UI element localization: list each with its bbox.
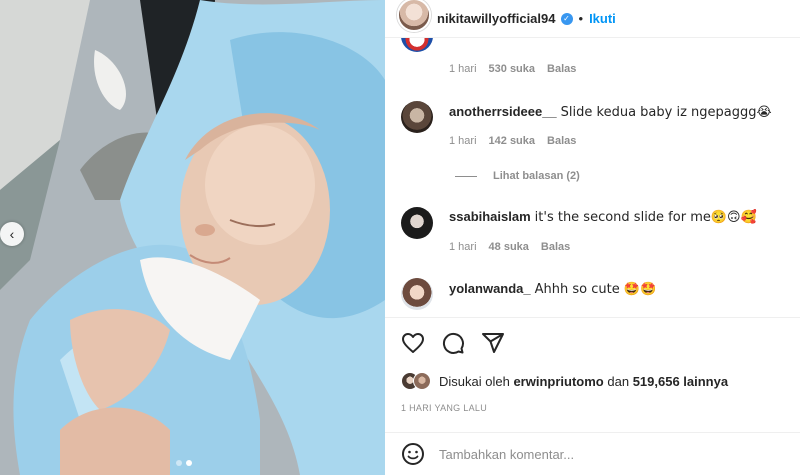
header-separator: •	[578, 11, 584, 26]
reply-button[interactable]: Balas	[547, 63, 576, 75]
comment-likes[interactable]: 142 suka	[489, 135, 535, 147]
heart-icon[interactable]	[401, 331, 425, 355]
commenter-avatar[interactable]	[401, 278, 433, 310]
likes-prefix: Disukai oleh	[439, 373, 510, 389]
likes-text: Disukai oleh erwinpriutomo dan 519,656 l…	[439, 374, 728, 389]
liker-avatar	[413, 372, 431, 390]
post-date: 1 HARI YANG LALU	[401, 403, 487, 413]
share-icon[interactable]	[481, 331, 505, 355]
reply-button[interactable]: Balas	[547, 135, 576, 147]
comment-username[interactable]: anotherrsideee__	[449, 104, 557, 119]
comment-time: 1 hari	[449, 135, 477, 147]
commenter-avatar[interactable]	[401, 101, 433, 133]
carousel-dot-active	[186, 460, 192, 466]
view-replies-label: Lihat balasan (2)	[493, 170, 580, 182]
comment-meta: 1 hari 142 suka Balas	[449, 135, 576, 147]
likes-middle: dan	[607, 373, 630, 389]
replies-divider-line	[455, 175, 477, 177]
comment-text: it's the second slide for me🥺🙃🥰	[534, 210, 757, 225]
comments-list: 1 hari 530 suka Balas anotherrsideee__ Sl…	[385, 38, 800, 316]
comment-meta: 1 hari 48 suka Balas	[449, 241, 570, 253]
avatar[interactable]	[397, 0, 431, 32]
carousel-indicator	[176, 460, 192, 466]
comment-text: Slide kedua baby iz ngepaggg😭	[560, 105, 772, 120]
comment-username[interactable]: ssabihaislam	[449, 209, 531, 224]
commenter-avatar[interactable]	[401, 38, 433, 52]
post-author-username[interactable]: nikitawillyofficial94	[437, 11, 556, 26]
carousel-dot	[176, 460, 182, 466]
add-comment-bar	[385, 432, 800, 475]
post-side-panel: nikitawillyofficial94 ✓ • Ikuti 1 hari 5…	[385, 0, 800, 475]
verified-badge-icon: ✓	[560, 12, 573, 25]
view-replies-button[interactable]: Lihat balasan (2)	[455, 170, 580, 182]
comment-username[interactable]: yolanwanda_	[449, 281, 531, 296]
post-action-bar	[385, 317, 800, 367]
comment-time: 1 hari	[449, 63, 477, 75]
comment-input[interactable]	[439, 446, 759, 462]
post-photo[interactable]: ‹	[0, 0, 385, 475]
comment-icon[interactable]	[441, 331, 465, 355]
comment-text: Ahhh so cute 🤩🤩	[534, 282, 657, 297]
likes-user[interactable]: erwinpriutomo	[513, 374, 603, 389]
likes-summary: Disukai oleh erwinpriutomo dan 519,656 l…	[401, 372, 728, 390]
comment-body: ssabihaislam it's the second slide for me…	[449, 209, 757, 225]
comment-body: anotherrsideee__ Slide kedua baby iz ngep…	[449, 104, 772, 120]
post-header: nikitawillyofficial94 ✓ • Ikuti	[385, 0, 800, 38]
comment-likes[interactable]: 530 suka	[489, 63, 535, 75]
smiley-icon[interactable]	[401, 442, 425, 466]
comment-likes[interactable]: 48 suka	[489, 241, 529, 253]
comment-body: yolanwanda_ Ahhh so cute 🤩🤩	[449, 281, 656, 297]
likes-count[interactable]: 519,656 lainnya	[633, 374, 728, 389]
comment-time: 1 hari	[449, 241, 477, 253]
follow-button[interactable]: Ikuti	[589, 11, 616, 26]
reply-button[interactable]: Balas	[541, 241, 570, 253]
baby-photo-image	[0, 0, 385, 475]
comment-meta: 1 hari 530 suka Balas	[449, 63, 576, 75]
chevron-left-icon[interactable]: ‹	[0, 222, 24, 246]
commenter-avatar[interactable]	[401, 207, 433, 239]
